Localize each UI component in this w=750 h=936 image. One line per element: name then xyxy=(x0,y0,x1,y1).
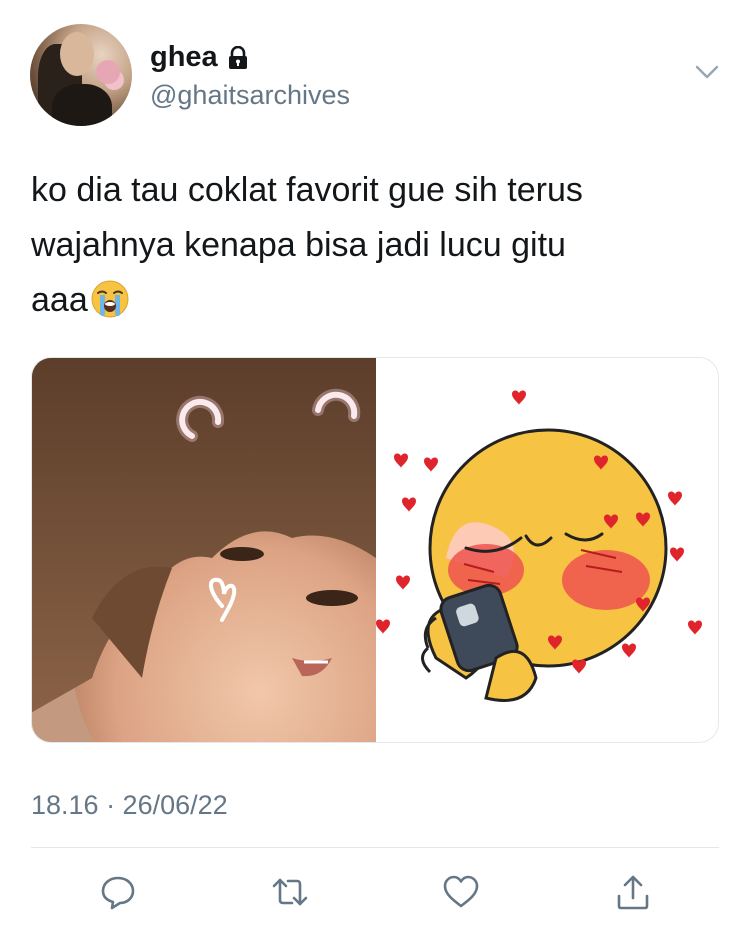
user-handle[interactable]: @ghaitsarchives xyxy=(150,80,350,111)
tweet-text-line: ko dia tau coklat favorit gue sih terus xyxy=(31,171,583,209)
like-button[interactable] xyxy=(435,866,487,918)
user-avatar[interactable] xyxy=(30,24,132,126)
blushing-emoji-illustration xyxy=(376,390,702,702)
divider xyxy=(31,847,719,848)
user-name-row: ghea xyxy=(150,41,250,74)
tweet-text: ko dia tau coklat favorit gue sih terus … xyxy=(31,163,721,328)
chevron-down-icon[interactable] xyxy=(694,62,720,82)
tweet-text-line: wajahnya kenapa bisa jadi lucu gitu xyxy=(31,226,566,264)
person-photo xyxy=(32,358,376,742)
retweet-button[interactable] xyxy=(264,866,316,918)
display-name[interactable]: ghea xyxy=(150,41,218,74)
share-button[interactable] xyxy=(607,866,659,918)
tweet-media[interactable] xyxy=(31,357,719,743)
media-photo-left[interactable] xyxy=(32,358,376,742)
lock-icon xyxy=(228,45,247,69)
reply-icon xyxy=(101,876,135,910)
share-icon xyxy=(617,875,649,910)
tweet-text-line-last: aaa xyxy=(31,273,721,328)
media-photo-right[interactable] xyxy=(376,358,718,742)
retweet-icon xyxy=(272,878,308,906)
tweet-timestamp[interactable]: 18.16 · 26/06/22 xyxy=(31,790,228,821)
like-icon xyxy=(443,875,479,908)
loudly-crying-face-icon xyxy=(91,280,129,318)
reply-button[interactable] xyxy=(92,866,144,918)
